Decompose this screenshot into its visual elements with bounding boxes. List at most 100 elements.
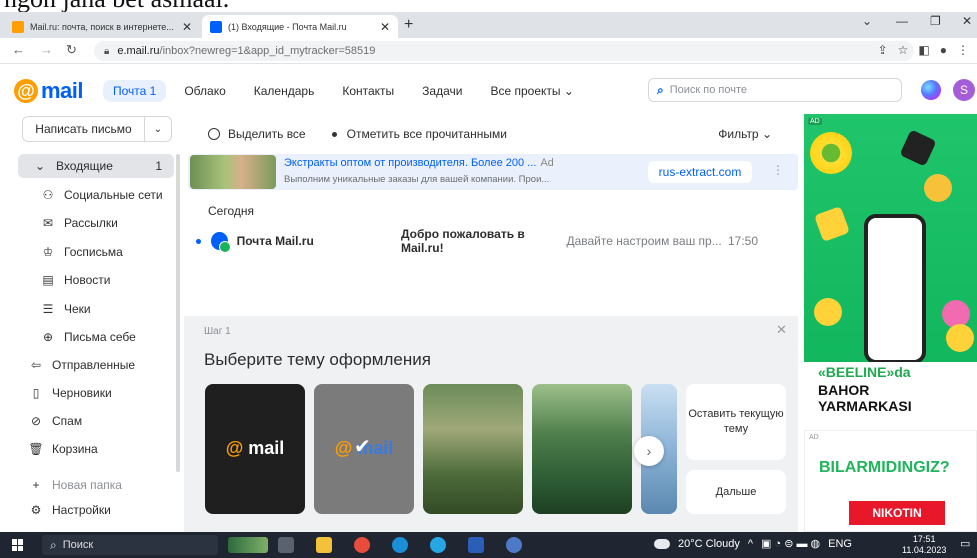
- folder-label: Новости: [64, 273, 111, 287]
- unread-dot-icon[interactable]: [196, 238, 201, 244]
- theme-card-dark[interactable]: @ mail: [205, 384, 305, 514]
- folder-label: Черновики: [52, 386, 112, 400]
- sidebar-item-receipts[interactable]: ☰ Чеки: [18, 297, 174, 321]
- sent-icon: ⇦: [30, 358, 42, 372]
- tab-inbox[interactable]: (1) Входящие - Почта Mail.ru ✕: [202, 15, 398, 38]
- menu-icon[interactable]: ⋮: [957, 43, 969, 57]
- word-icon[interactable]: [468, 537, 484, 553]
- sidebar-item-settings[interactable]: ⚙ Настройки: [4, 498, 160, 522]
- edge-icon[interactable]: [392, 537, 408, 553]
- folder-label: Корзина: [52, 442, 98, 456]
- ad2-heading: BILARMIDINGIZ?: [819, 459, 950, 476]
- chrome-icon[interactable]: [354, 537, 370, 553]
- nav-mail[interactable]: Почта 1: [103, 80, 167, 102]
- telegram-icon[interactable]: [430, 537, 446, 553]
- tray-icons[interactable]: ▣ ◔ ⊜ ▬ ◍: [761, 537, 820, 550]
- theme-card-hills[interactable]: [532, 384, 632, 514]
- message-row[interactable]: Почта Mail.ru Добро пожаловать в Mail.ru…: [188, 226, 798, 256]
- self-icon: ⊕: [42, 330, 54, 344]
- language-indicator[interactable]: ENG: [828, 538, 852, 550]
- ad2-button[interactable]: NIKOTIN: [849, 501, 945, 525]
- nav-all-projects[interactable]: Все проекты ⌄: [490, 84, 573, 98]
- windows-taskbar: ⌕ Поиск 20°C Cloudy ^ ▣ ◔ ⊜ ▬ ◍ ENG 17:5…: [0, 532, 977, 558]
- sidebar-item-sent[interactable]: ⇦ Отправленные: [4, 353, 160, 377]
- theme-picker: Шаг 1 ✕ Выберите тему оформления @ mail …: [184, 316, 798, 532]
- ad-list-item[interactable]: Экстракты оптом от производителя. Более …: [188, 154, 798, 190]
- nav-tasks[interactable]: Задачи: [422, 84, 462, 98]
- message-time: 17:50: [727, 234, 759, 248]
- sidebar-item-social[interactable]: ⚇ Социальные сети: [18, 183, 174, 207]
- banner-line-1: «BEELINE»da: [818, 364, 911, 380]
- bookmark-star-icon[interactable]: ☆: [898, 43, 909, 57]
- sidebar-item-spam[interactable]: ⊘ Спам: [4, 409, 160, 433]
- sidepanel-icon[interactable]: ◧: [918, 43, 929, 57]
- chevron-down-icon[interactable]: ⌄: [32, 159, 48, 173]
- keep-theme-button[interactable]: Оставить текущую тему: [686, 384, 786, 460]
- close-icon[interactable]: ✕: [776, 322, 787, 338]
- unread-count: 1: [155, 159, 162, 173]
- envelope-graphic: [814, 206, 850, 242]
- clock-date: 11.04.2023: [902, 545, 947, 555]
- assistant-icon[interactable]: [921, 80, 941, 100]
- taskbar-search[interactable]: ⌕ Поиск: [42, 535, 218, 555]
- close-window-icon[interactable]: ✕: [962, 14, 972, 28]
- clock[interactable]: 17:51 11.04.2023: [902, 534, 946, 556]
- sidebar-item-gov[interactable]: ♔ Госписьма: [18, 240, 174, 264]
- close-tab-icon[interactable]: ✕: [380, 20, 390, 34]
- ad-link-button[interactable]: rus-extract.com: [648, 161, 752, 183]
- url-field[interactable]: 🔒︎ e.mail.ru/inbox?newreg=1&app_id_mytra…: [94, 41, 914, 61]
- profile-icon[interactable]: ●: [940, 43, 947, 57]
- theme-card-grey[interactable]: @ mail ✔: [314, 384, 414, 514]
- mailru-favicon-icon: [12, 20, 24, 33]
- tab-search-icon[interactable]: ⌄: [862, 14, 872, 28]
- restore-icon[interactable]: ❐: [930, 14, 941, 28]
- more-options-icon[interactable]: ⋮: [772, 163, 784, 177]
- banner-line-3: YARMARKASI: [818, 398, 912, 414]
- sidebar-item-news[interactable]: ▤ Новости: [18, 268, 174, 292]
- file-explorer-icon[interactable]: [316, 537, 332, 553]
- minimize-icon[interactable]: —: [896, 14, 908, 28]
- ad-column: AD «BEELINE»da BAHOR YARMARKASI AD BILAR…: [804, 114, 977, 532]
- sidebar-item-newsletters[interactable]: ✉ Рассылки: [18, 211, 174, 235]
- sidebar-item-new-folder[interactable]: + Новая папка: [4, 478, 160, 492]
- close-tab-icon[interactable]: ✕: [182, 20, 192, 34]
- next-step-button[interactable]: Дальше: [686, 470, 786, 514]
- app-icon[interactable]: [506, 537, 522, 553]
- sidebar: Написать письмо ⌄ ⌄ Входящие 1 ⚇ Социаль…: [0, 114, 184, 532]
- back-icon[interactable]: ←: [12, 42, 25, 57]
- weather-text[interactable]: 20°C Cloudy: [678, 538, 740, 550]
- widgets-icon[interactable]: [228, 537, 268, 553]
- sidebar-item-drafts[interactable]: ▯ Черновики: [4, 381, 160, 405]
- windows-start-icon[interactable]: [12, 539, 24, 551]
- tray-arrow-icon[interactable]: ^: [748, 538, 753, 550]
- next-themes-arrow-icon[interactable]: ›: [634, 436, 664, 466]
- text-ad[interactable]: AD BILARMIDINGIZ? NIKOTIN: [804, 430, 977, 532]
- browser-tabstrip: Mail.ru: почта, поиск в интернете... ✕ (…: [0, 12, 977, 38]
- select-all-button[interactable]: Выделить все: [208, 127, 306, 141]
- filter-button[interactable]: Фильтр ⌄: [718, 127, 772, 141]
- task-view-icon[interactable]: [278, 537, 294, 553]
- system-tray: 20°C Cloudy ^ ▣ ◔ ⊜ ▬ ◍ ENG: [654, 537, 852, 550]
- sidebar-scrollbar[interactable]: [176, 154, 180, 472]
- mark-all-read-button[interactable]: Отметить все прочитанными: [331, 127, 507, 141]
- mail-search-input[interactable]: ⌕ Поиск по почте: [648, 78, 902, 102]
- mail-logo[interactable]: @ mail: [14, 78, 84, 104]
- compose-button[interactable]: Написать письмо ⌄: [22, 116, 172, 142]
- reload-icon[interactable]: ↻: [66, 42, 77, 58]
- sidebar-item-inbox[interactable]: ⌄ Входящие 1: [18, 154, 174, 178]
- tab-mailru[interactable]: Mail.ru: почта, поиск в интернете... ✕: [4, 15, 200, 38]
- sidebar-item-trash[interactable]: 🗑︎ Корзина: [4, 437, 160, 461]
- nav-cloud[interactable]: Облако: [184, 84, 225, 98]
- forward-icon[interactable]: →: [40, 42, 53, 57]
- share-icon[interactable]: ⇪: [878, 43, 888, 57]
- banner-ad[interactable]: AD «BEELINE»da BAHOR YARMARKASI: [804, 114, 977, 414]
- chevron-down-icon[interactable]: ⌄: [145, 124, 171, 135]
- avatar[interactable]: S: [953, 79, 975, 101]
- new-tab-icon[interactable]: +: [404, 16, 413, 34]
- nav-calendar[interactable]: Календарь: [254, 84, 315, 98]
- notifications-icon[interactable]: ▭: [960, 537, 970, 550]
- nav-contacts[interactable]: Контакты: [342, 84, 394, 98]
- theme-card-forest[interactable]: [423, 384, 523, 514]
- sidebar-item-self[interactable]: ⊕ Письма себе: [18, 325, 174, 349]
- drafts-icon: ▯: [32, 386, 40, 400]
